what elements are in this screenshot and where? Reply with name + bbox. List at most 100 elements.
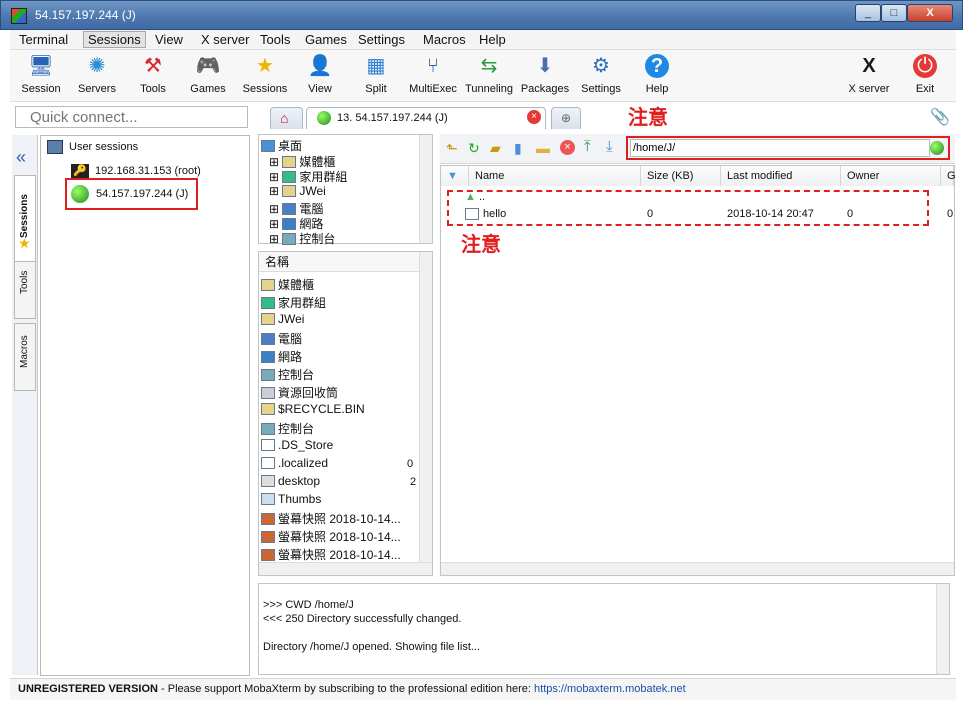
menu-sessions[interactable]: Sessions [83, 31, 146, 48]
status-link[interactable]: https://mobaxterm.mobatek.net [534, 683, 686, 695]
upload-icon[interactable]: ⤒ [584, 138, 591, 155]
menu-view[interactable]: View [151, 32, 187, 47]
tree-scrollbar[interactable] [419, 135, 432, 243]
list-item[interactable]: 網路 [261, 348, 302, 366]
remote-file-list: ▼ Name Size (KB) Last modified Owner G ▲… [440, 165, 956, 576]
menu-terminal[interactable]: Terminal [15, 32, 72, 47]
settings-button[interactable]: ⚙ Settings [571, 52, 631, 100]
local-file-list: 名稱 媒體櫃 家用群組 JWei 電腦 網路 控制台 資源回收筒 $RECYCL… [258, 251, 433, 576]
control-panel-icon [261, 369, 275, 381]
list-item[interactable]: 媒體櫃 [261, 276, 314, 294]
log-scrollbar[interactable] [936, 584, 949, 674]
parent-folder-icon[interactable]: ⬑ [446, 140, 458, 157]
menu-settings[interactable]: Settings [354, 32, 409, 47]
homegroup-icon [261, 297, 275, 309]
table-row[interactable]: hello 0 2018-10-14 20:47 0 0 [465, 208, 953, 224]
column-header-size[interactable]: Size (KB) [641, 166, 721, 186]
list-hscrollbar[interactable] [259, 562, 432, 575]
split-icon: ▦ [366, 55, 386, 77]
session-item[interactable]: 192.168.31.153 (root) [95, 165, 201, 177]
paperclip-icon[interactable]: 📎 [930, 107, 950, 127]
window-title: 54.157.197.244 (J) [35, 8, 136, 22]
list-item[interactable]: 控制台 [261, 420, 314, 438]
column-header-icon[interactable]: ▼ [441, 166, 469, 186]
local-tree: 桌面 ⊞ 媒體櫃 ⊞ 家用群組 ⊞ JWei ⊞ 電腦 ⊞ 網路 ⊞ 控制台 [258, 134, 433, 246]
star-icon: ★ [18, 235, 31, 251]
thumbs-icon [261, 493, 275, 505]
log-line: <<< 250 Directory successfully changed. [263, 613, 462, 625]
close-button[interactable]: X [907, 4, 953, 22]
menu-xserver[interactable]: X server [197, 32, 253, 47]
sidetab-tools[interactable]: Tools [14, 261, 36, 319]
globe-icon [930, 141, 944, 155]
folder-icon[interactable]: ▬ [536, 140, 550, 156]
menu-macros[interactable]: Macros [419, 32, 470, 47]
maximize-button[interactable]: □ [881, 4, 907, 22]
file-icon [465, 208, 479, 220]
new-file-icon[interactable]: ▮ [514, 140, 522, 157]
list-item[interactable]: 螢幕快照 2018-10-14... [261, 528, 401, 546]
table-row[interactable]: ▲ .. [465, 191, 485, 203]
list-item[interactable]: Thumbs [261, 492, 321, 510]
servers-button[interactable]: ✺ Servers [67, 52, 127, 100]
quick-connect-input[interactable] [15, 106, 248, 128]
refresh-icon[interactable]: ↻ [468, 140, 480, 157]
app-icon [11, 8, 27, 24]
list-item[interactable]: .localized [261, 456, 328, 474]
column-header-name[interactable]: 名稱 [259, 252, 419, 272]
packages-button[interactable]: ⬇ Packages [515, 52, 575, 100]
list-item[interactable]: 家用群組 [261, 294, 326, 312]
minimize-button[interactable]: _ [855, 4, 881, 22]
new-folder-icon[interactable]: ▰ [490, 140, 501, 157]
menu-games[interactable]: Games [301, 32, 351, 47]
list-item[interactable]: 電腦 [261, 330, 302, 348]
split-button[interactable]: ▦ Split [346, 52, 406, 100]
new-tab-button[interactable]: ⊕ [551, 107, 581, 129]
column-header-modified[interactable]: Last modified [721, 166, 841, 186]
column-header-owner[interactable]: Owner [841, 166, 941, 186]
menu-tools[interactable]: Tools [256, 32, 294, 47]
key-icon: 🔑 [71, 164, 89, 178]
remote-hscrollbar[interactable] [441, 562, 954, 575]
log-line: >>> CWD /home/J [263, 599, 354, 611]
list-scrollbar[interactable] [419, 252, 432, 562]
list-item[interactable]: $RECYCLE.BIN [261, 402, 365, 420]
remote-path-input[interactable] [630, 139, 930, 157]
view-button[interactable]: 👤 View [290, 52, 350, 100]
list-item[interactable]: .DS_Store [261, 438, 333, 456]
homegroup-icon [282, 171, 297, 183]
delete-icon[interactable]: × [560, 140, 575, 155]
column-header-name[interactable]: Name [469, 166, 641, 186]
view-icon: 👤 [307, 55, 333, 77]
multiexec-button[interactable]: ⑂ MultiExec [403, 52, 463, 100]
sessions-panel: User sessions 🔑 192.168.31.153 (root) 54… [40, 135, 250, 676]
tab-session[interactable]: 13. 54.157.197.244 (J) × [306, 107, 546, 129]
sidetab-macros[interactable]: Macros [14, 323, 36, 391]
list-item[interactable]: 螢幕快照 2018-10-14... [261, 510, 401, 528]
user-sessions-folder[interactable]: User sessions [69, 141, 138, 153]
shortcut-icon [261, 475, 275, 487]
tools-button[interactable]: ⚒ Tools [123, 52, 183, 100]
tunneling-button[interactable]: ⇆ Tunneling [459, 52, 519, 100]
collapse-icon[interactable]: « [16, 147, 26, 168]
list-item[interactable]: desktop [261, 474, 320, 492]
home-icon: ⌂ [280, 110, 289, 126]
session-item-active[interactable]: 54.157.197.244 (J) [96, 188, 188, 200]
close-tab-icon[interactable]: × [527, 110, 541, 124]
download-icon[interactable]: ⤓ [606, 138, 613, 155]
xserver-button[interactable]: XX server [839, 52, 899, 100]
menu-help[interactable]: Help [475, 32, 510, 47]
sessions-button[interactable]: ★ Sessions [235, 52, 295, 100]
globe-icon [317, 111, 331, 125]
exit-button[interactable]: ⏻ Exit [895, 52, 955, 100]
list-item[interactable]: JWei [261, 312, 304, 330]
tree-item[interactable]: ⊞ 控制台 [269, 230, 335, 248]
list-item[interactable]: 控制台 [261, 366, 314, 384]
help-button[interactable]: ? Help [627, 52, 687, 100]
games-button[interactable]: 🎮 Games [178, 52, 238, 100]
home-tab[interactable]: ⌂ [270, 107, 303, 129]
gear-icon: ⚙ [592, 55, 610, 77]
session-button[interactable]: 🖥 Session [11, 52, 71, 100]
list-item[interactable]: 資源回收筒 [261, 384, 338, 402]
column-header-group[interactable]: G [941, 166, 956, 186]
